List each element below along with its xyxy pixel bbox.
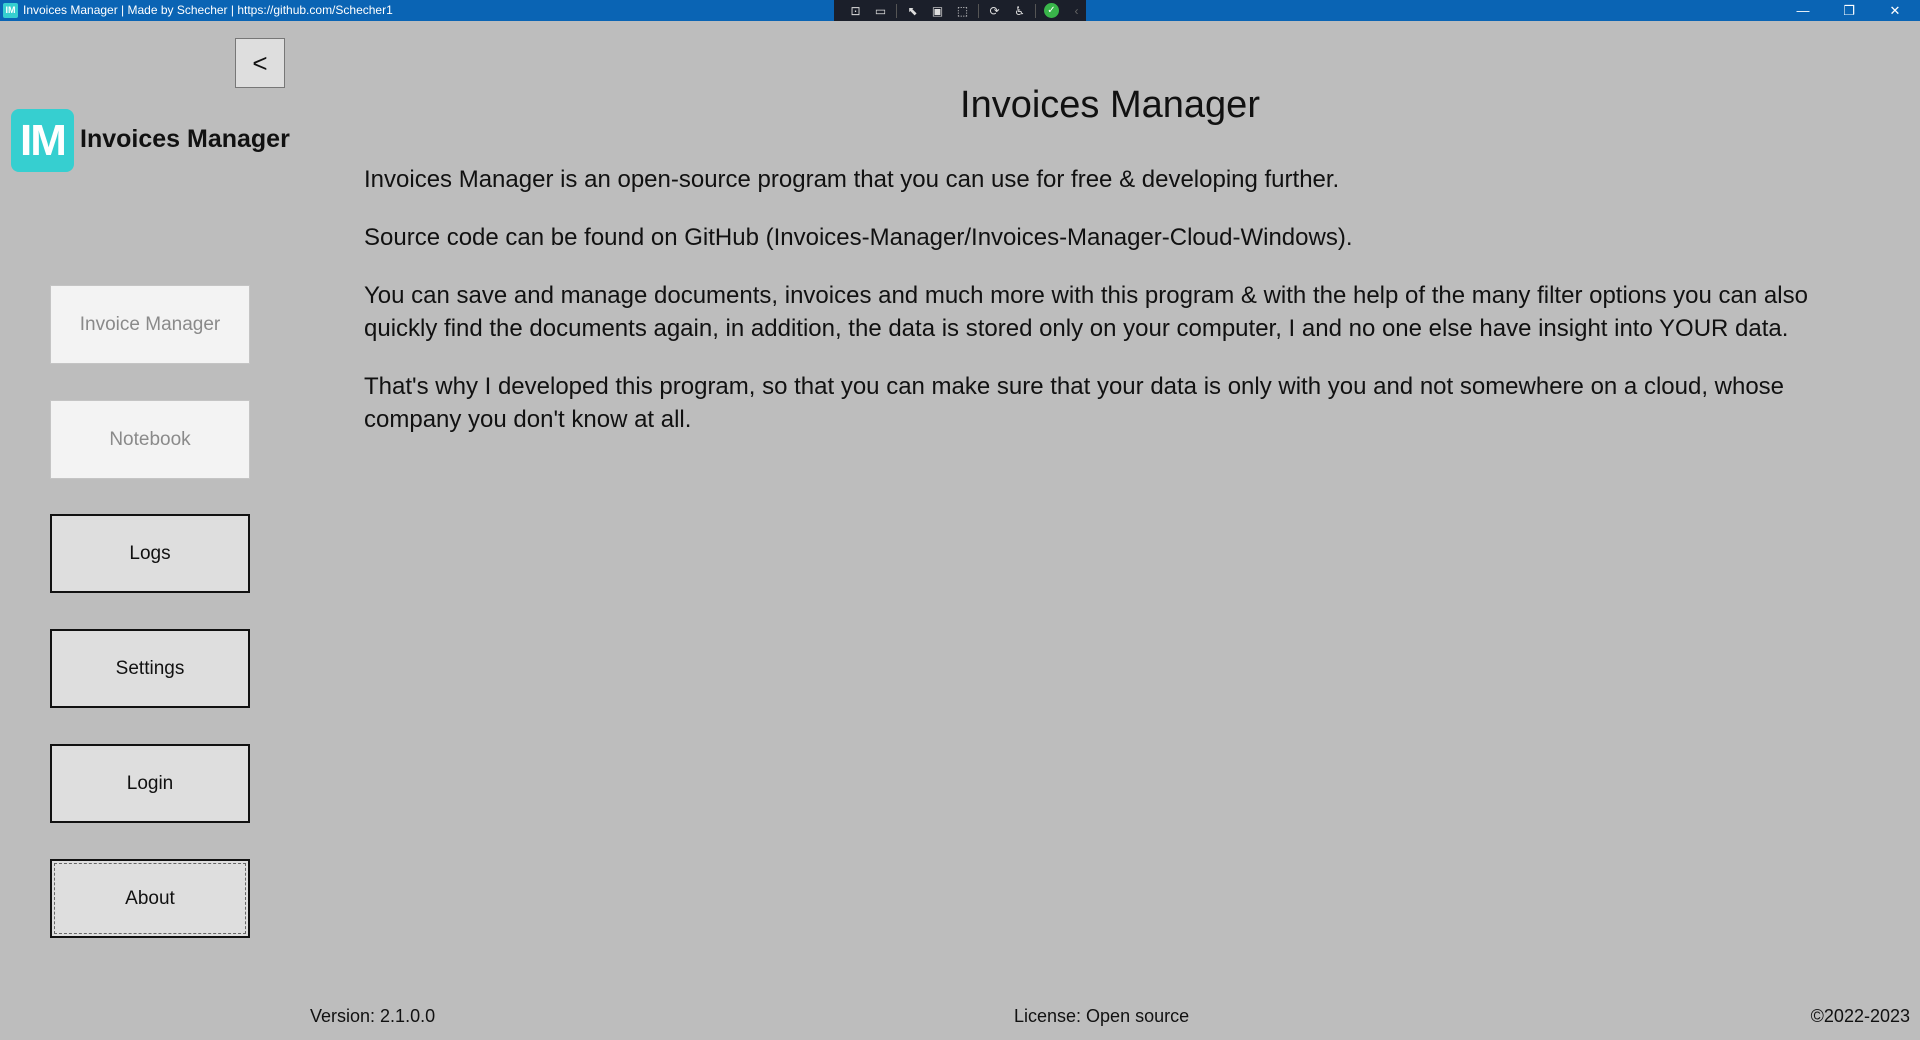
app-icon: IM (3, 3, 18, 18)
display-layout-adorners-icon[interactable]: ▣ (928, 2, 947, 19)
window-title: Invoices Manager | Made by Schecher | ht… (23, 3, 393, 17)
track-focus-icon[interactable]: ⬚ (953, 2, 972, 19)
debug-toolbar: ⊡ ▭ ⬉ ▣ ⬚ ⟳ ♿ ✓ ‹ (834, 0, 1086, 21)
collapse-sidebar-button[interactable]: < (235, 38, 285, 88)
status-ok-icon: ✓ (1043, 3, 1059, 18)
brand-name: Invoices Manager (80, 125, 290, 153)
nav-invoice-manager-button[interactable]: Invoice Manager (50, 285, 250, 364)
toolbar-separator (1035, 3, 1036, 18)
page-title: Invoices Manager (960, 84, 1260, 126)
about-paragraph: You can save and manage documents, invoi… (364, 282, 1808, 342)
about-paragraph: That's why I developed this program, so … (364, 373, 1785, 433)
collapse-icon[interactable]: ‹ (1067, 2, 1086, 19)
minimize-icon: — (1796, 3, 1810, 18)
about-content: Invoices Manager is an open-source progr… (364, 163, 1844, 461)
nav-settings-button[interactable]: Settings (50, 629, 250, 708)
version-label: Version: 2.1.0.0 (310, 1006, 436, 1026)
about-paragraph: Invoices Manager is an open-source progr… (364, 166, 1340, 193)
toolbar-separator (978, 3, 979, 18)
restore-button[interactable]: ❐ (1826, 0, 1872, 21)
binding-failures-icon[interactable]: ⟳ (985, 2, 1004, 19)
record-icon[interactable]: ▭ (871, 2, 890, 19)
select-element-icon[interactable]: ⬉ (903, 2, 922, 19)
license-label: License: Open source (1014, 1006, 1190, 1026)
about-paragraph: Source code can be found on GitHub (Invo… (364, 224, 1353, 251)
minimize-button[interactable]: — (1780, 0, 1826, 21)
title-bar: IM Invoices Manager | Made by Schecher |… (0, 0, 1920, 21)
close-button[interactable]: ✕ (1872, 0, 1918, 21)
live-visual-tree-icon[interactable]: ⊡ (846, 2, 865, 19)
copyright-label: ©2022-2023 (1810, 1006, 1910, 1026)
toolbar-separator (896, 3, 897, 18)
accessibility-icon[interactable]: ♿ (1010, 2, 1029, 19)
nav-about-button[interactable]: About (50, 859, 250, 938)
nav-notebook-button[interactable]: Notebook (50, 400, 250, 479)
close-icon: ✕ (1889, 2, 1901, 18)
nav-logs-button[interactable]: Logs (50, 514, 250, 593)
nav-login-button[interactable]: Login (50, 744, 250, 823)
status-ok-button[interactable]: ✓ (1042, 2, 1061, 19)
restore-icon: ❐ (1843, 2, 1855, 18)
